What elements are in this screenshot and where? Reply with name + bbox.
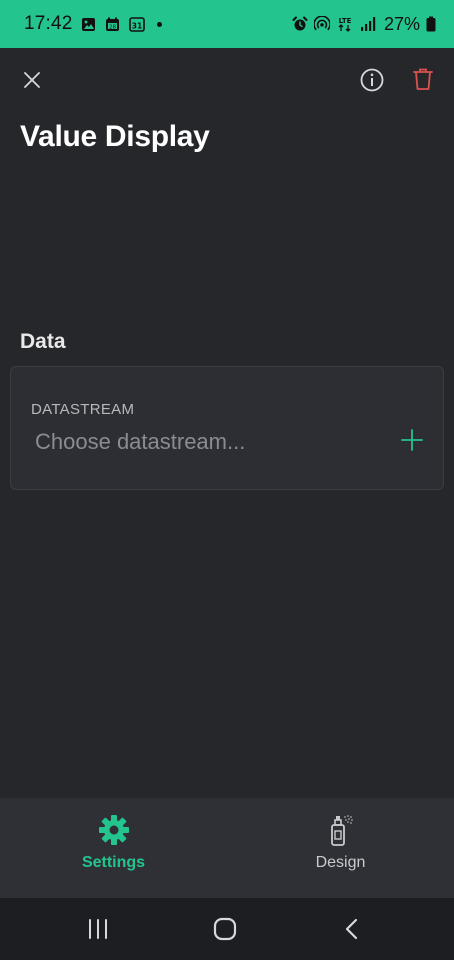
tab-design-label: Design xyxy=(315,854,366,871)
bottom-tab-bar: Settings Design xyxy=(0,798,454,898)
home-button[interactable] xyxy=(210,914,240,944)
svg-text:28: 28 xyxy=(109,24,116,30)
system-nav-bar xyxy=(0,898,454,960)
alarm-icon xyxy=(292,16,308,32)
home-icon xyxy=(213,917,237,941)
gallery-icon xyxy=(81,16,97,32)
app-screen: 17:42 28 31 LTE 27% Value Display Data D… xyxy=(0,0,454,960)
trash-icon xyxy=(413,68,433,90)
battery-icon xyxy=(426,16,436,32)
svg-text:LTE: LTE xyxy=(339,17,352,25)
datastream-label: DATASTREAM xyxy=(31,401,135,418)
add-datastream-button[interactable] xyxy=(399,427,425,453)
recents-icon xyxy=(89,919,107,939)
hotspot-icon xyxy=(313,16,330,32)
plus-icon xyxy=(401,429,423,451)
calendar-icon: 28 xyxy=(105,16,121,32)
recents-button[interactable] xyxy=(83,914,113,944)
info-button[interactable] xyxy=(358,66,386,94)
page-title: Value Display xyxy=(20,120,210,153)
lte-icon: LTE xyxy=(336,16,354,32)
back-icon xyxy=(345,918,358,940)
close-icon xyxy=(24,72,40,88)
datastream-placeholder: Choose datastream... xyxy=(35,429,246,454)
back-button[interactable] xyxy=(337,914,367,944)
data-section-title: Data xyxy=(20,330,66,353)
tab-design[interactable]: Design xyxy=(227,798,454,898)
gear-icon xyxy=(96,812,132,848)
more-notifications-dot xyxy=(156,21,162,27)
svg-text:31: 31 xyxy=(131,22,141,31)
delete-button[interactable] xyxy=(409,65,437,93)
tab-settings[interactable]: Settings xyxy=(0,798,227,898)
close-button[interactable] xyxy=(18,66,46,94)
calendar-31-icon: 31 xyxy=(128,16,145,32)
status-bar: 17:42 28 31 LTE 27% xyxy=(0,0,454,48)
notification-icons: 28 31 xyxy=(81,16,162,32)
system-status-icons: LTE 27% xyxy=(292,14,436,35)
spray-paint-icon xyxy=(323,812,359,848)
signal-icon xyxy=(360,16,376,32)
info-icon xyxy=(360,68,384,92)
battery-percent: 27% xyxy=(383,13,420,34)
status-time: 17:42 xyxy=(24,13,73,34)
tab-settings-label: Settings xyxy=(81,854,146,871)
datastream-selector[interactable]: DATASTREAM Choose datastream... xyxy=(10,366,444,490)
